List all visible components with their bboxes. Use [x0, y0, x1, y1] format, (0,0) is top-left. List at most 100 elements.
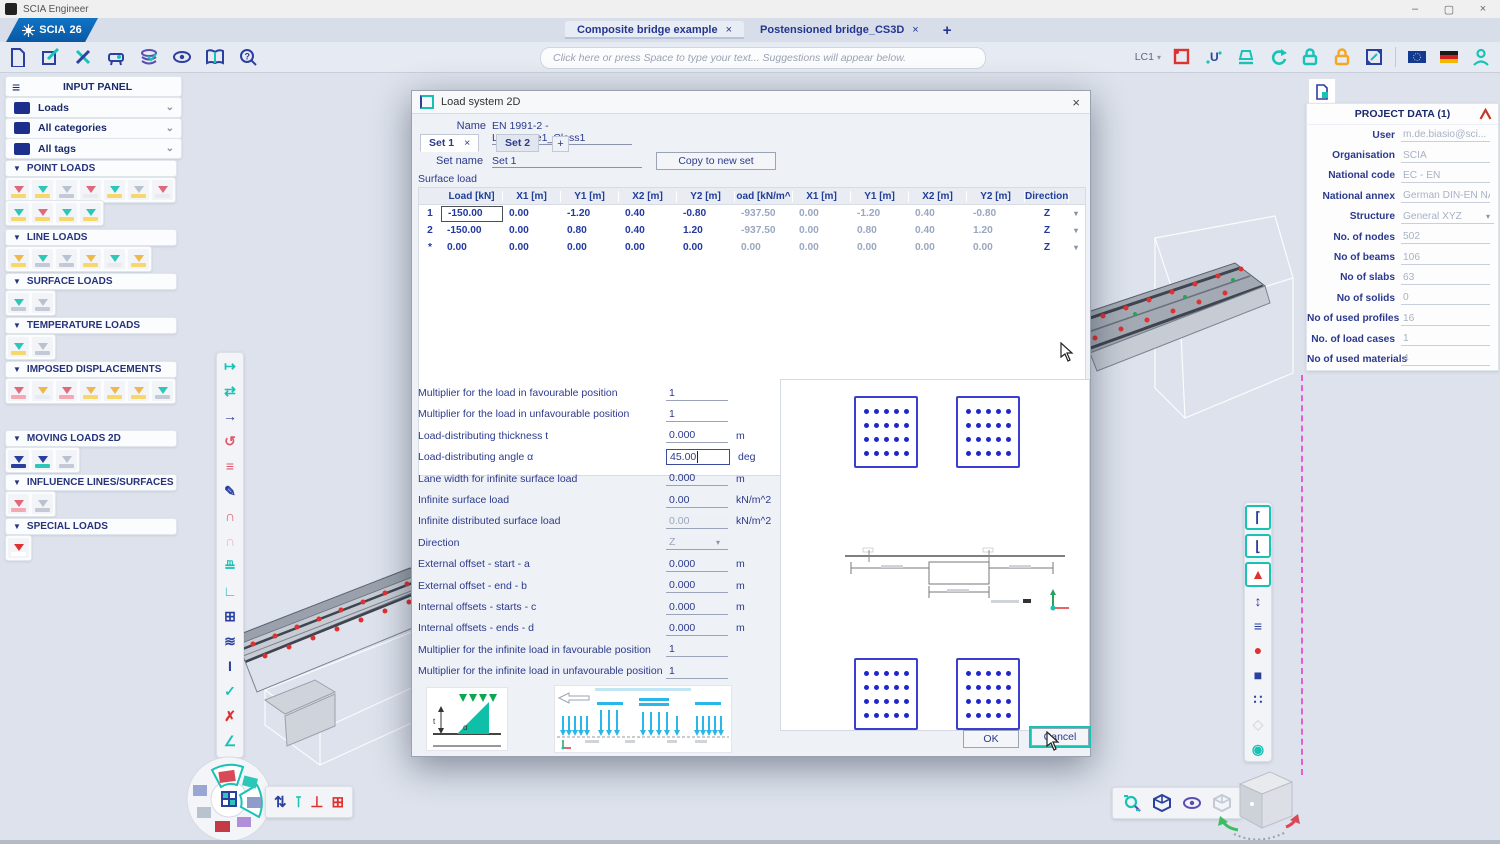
table-cell[interactable]: -1.20 [851, 208, 909, 219]
tool-icon[interactable]: ∩ [219, 505, 241, 526]
load-tool-icon[interactable] [56, 249, 77, 269]
pin-home-icon[interactable] [1479, 108, 1492, 120]
tool-icon[interactable]: ▲ [1245, 562, 1271, 587]
load-tool-icon[interactable] [32, 337, 53, 357]
new-project-icon[interactable] [6, 46, 28, 68]
collapse-triangle-icon[interactable]: ▼ [13, 233, 21, 242]
table-row-*[interactable]: *0.000.000.000.000.000.000.000.000.000.0… [419, 239, 1085, 256]
section-header-imposed-displacements[interactable]: ▼IMPOSED DISPLACEMENTS [5, 361, 177, 378]
field-input[interactable]: 0.00 [666, 493, 728, 508]
direction-cell[interactable]: Z [1025, 225, 1069, 236]
tool-icon[interactable]: ∩ [219, 530, 241, 551]
load-tool-icon[interactable] [8, 203, 29, 223]
tool-icon[interactable]: ■ [1247, 665, 1269, 686]
tool-icon[interactable]: ✗ [219, 705, 241, 726]
layers-icon[interactable] [138, 46, 160, 68]
cancel-button[interactable]: Cancel [1031, 728, 1089, 746]
load-tool-icon[interactable] [56, 381, 77, 401]
tool-icon[interactable]: ↕ [1247, 591, 1269, 612]
field-input[interactable]: 1 [666, 386, 728, 401]
help-search-icon[interactable]: ? [237, 46, 259, 68]
row-dropdown-icon[interactable]: ▾ [1069, 243, 1083, 252]
brand-tab[interactable]: SCIA 26 [6, 18, 98, 42]
tool-icon[interactable]: ⊞ [219, 605, 241, 626]
tool-icon[interactable]: ◉ [1247, 738, 1269, 759]
quick-tool-icon[interactable]: ⇅ [274, 795, 287, 810]
tool-icon[interactable]: ∠ [219, 730, 241, 751]
load-tool-icon[interactable] [32, 180, 53, 200]
tab-close-icon[interactable]: × [726, 24, 732, 36]
table-row-2[interactable]: 2-150.000.000.800.401.20-937.500.000.800… [419, 222, 1085, 239]
load-distribution-thumbnail[interactable]: t α [426, 687, 508, 751]
copy-to-new-set-button[interactable]: Copy to new set [656, 152, 776, 170]
load-tool-icon[interactable] [8, 249, 29, 269]
table-cell[interactable]: 0.00 [793, 242, 851, 253]
table-row-1[interactable]: 1-150.000.00-1.200.40-0.80-937.500.00-1.… [419, 205, 1085, 222]
load-tool-icon[interactable] [80, 203, 101, 223]
project-row-value[interactable]: General XYZ [1401, 210, 1494, 224]
load-tool-icon[interactable] [56, 180, 77, 200]
tool-icon[interactable]: ↦ [219, 355, 241, 376]
close-button[interactable]: × [1466, 3, 1500, 16]
set-tab-2[interactable]: Set 2 [496, 134, 539, 152]
tool-icon[interactable]: ◇ [1247, 714, 1269, 735]
load-tool-icon[interactable] [56, 450, 77, 470]
tool-icon[interactable]: ≡ [1247, 615, 1269, 636]
eu-flag-icon[interactable] [1406, 46, 1428, 68]
refresh-icon[interactable] [1267, 46, 1289, 68]
tool-icon[interactable]: ≋ [219, 630, 241, 651]
load-tool-icon[interactable] [8, 381, 29, 401]
section-header-point-loads[interactable]: ▼POINT LOADS [5, 160, 177, 177]
table-cell[interactable]: -937.50 [735, 208, 793, 219]
lock-icon[interactable] [1299, 46, 1321, 68]
collapse-triangle-icon[interactable]: ▼ [13, 321, 21, 330]
load-tool-icon[interactable] [152, 180, 173, 200]
load-tool-icon[interactable] [32, 450, 53, 470]
table-cell[interactable]: -0.80 [967, 208, 1025, 219]
chevron-down-icon[interactable]: ⌄ [166, 143, 174, 154]
ok-button[interactable]: OK [963, 730, 1019, 748]
table-cell[interactable]: 0.40 [909, 225, 967, 236]
field-input[interactable]: 0.000 [666, 428, 728, 443]
field-input[interactable]: 1 [666, 407, 728, 422]
collapse-triangle-icon[interactable]: ▼ [13, 478, 21, 487]
load-tool-icon[interactable] [128, 381, 149, 401]
field-input[interactable]: 1 [666, 642, 728, 657]
section-header-temperature-loads[interactable]: ▼TEMPERATURE LOADS [5, 317, 177, 334]
section-header-surface-loads[interactable]: ▼SURFACE LOADS [5, 273, 177, 290]
row-dropdown-icon[interactable]: ▾ [1069, 226, 1083, 235]
tool-icon[interactable]: I [219, 655, 241, 676]
load-tool-icon[interactable] [8, 538, 29, 558]
section-header-influence-lines-surfaces[interactable]: ▼INFLUENCE LINES/SURFACES [5, 474, 177, 491]
load-case-select[interactable]: LC1 ▾ [1135, 51, 1161, 63]
quick-tool-icon[interactable]: ⊺ [295, 795, 303, 810]
zoom-selection-icon[interactable] [1121, 792, 1143, 814]
direction-cell[interactable]: Z [1025, 208, 1069, 219]
navigation-cube[interactable] [1216, 758, 1302, 844]
table-cell[interactable]: 0.00 [793, 208, 851, 219]
quick-tool-icon[interactable]: ⊞ [331, 795, 344, 810]
section-icon[interactable] [1235, 46, 1257, 68]
collapse-triangle-icon[interactable]: ▼ [13, 277, 21, 286]
table-cell[interactable]: 0.00 [503, 242, 561, 253]
radial-view-menu[interactable] [185, 755, 277, 844]
tool-icon[interactable]: ↺ [219, 430, 241, 451]
tool-icon[interactable]: ✓ [219, 680, 241, 701]
tool-icon[interactable]: ∟ [219, 580, 241, 601]
tab-close-icon[interactable]: × [912, 24, 918, 36]
german-flag-icon[interactable] [1438, 46, 1460, 68]
lm1-loads-thumbnail[interactable] [554, 685, 732, 753]
section-header-moving-loads-2d[interactable]: ▼MOVING LOADS 2D [5, 430, 177, 447]
table-cell[interactable]: -0.80 [677, 208, 735, 219]
direction-cell[interactable]: Z [1025, 242, 1069, 253]
table-cell[interactable]: 1.20 [677, 225, 735, 236]
tool-icon[interactable]: ✎ [219, 480, 241, 501]
load-tool-icon[interactable] [104, 249, 125, 269]
chevron-down-icon[interactable]: ⌄ [166, 123, 174, 134]
field-input[interactable]: 1 [666, 664, 728, 679]
document-tab-2[interactable]: Postensioned bridge_CS3D× [748, 21, 931, 39]
tool-icon[interactable]: ● [1247, 640, 1269, 661]
tool-icon[interactable]: → [219, 405, 241, 426]
load-tool-icon[interactable] [32, 381, 53, 401]
load-tool-icon[interactable] [128, 180, 149, 200]
